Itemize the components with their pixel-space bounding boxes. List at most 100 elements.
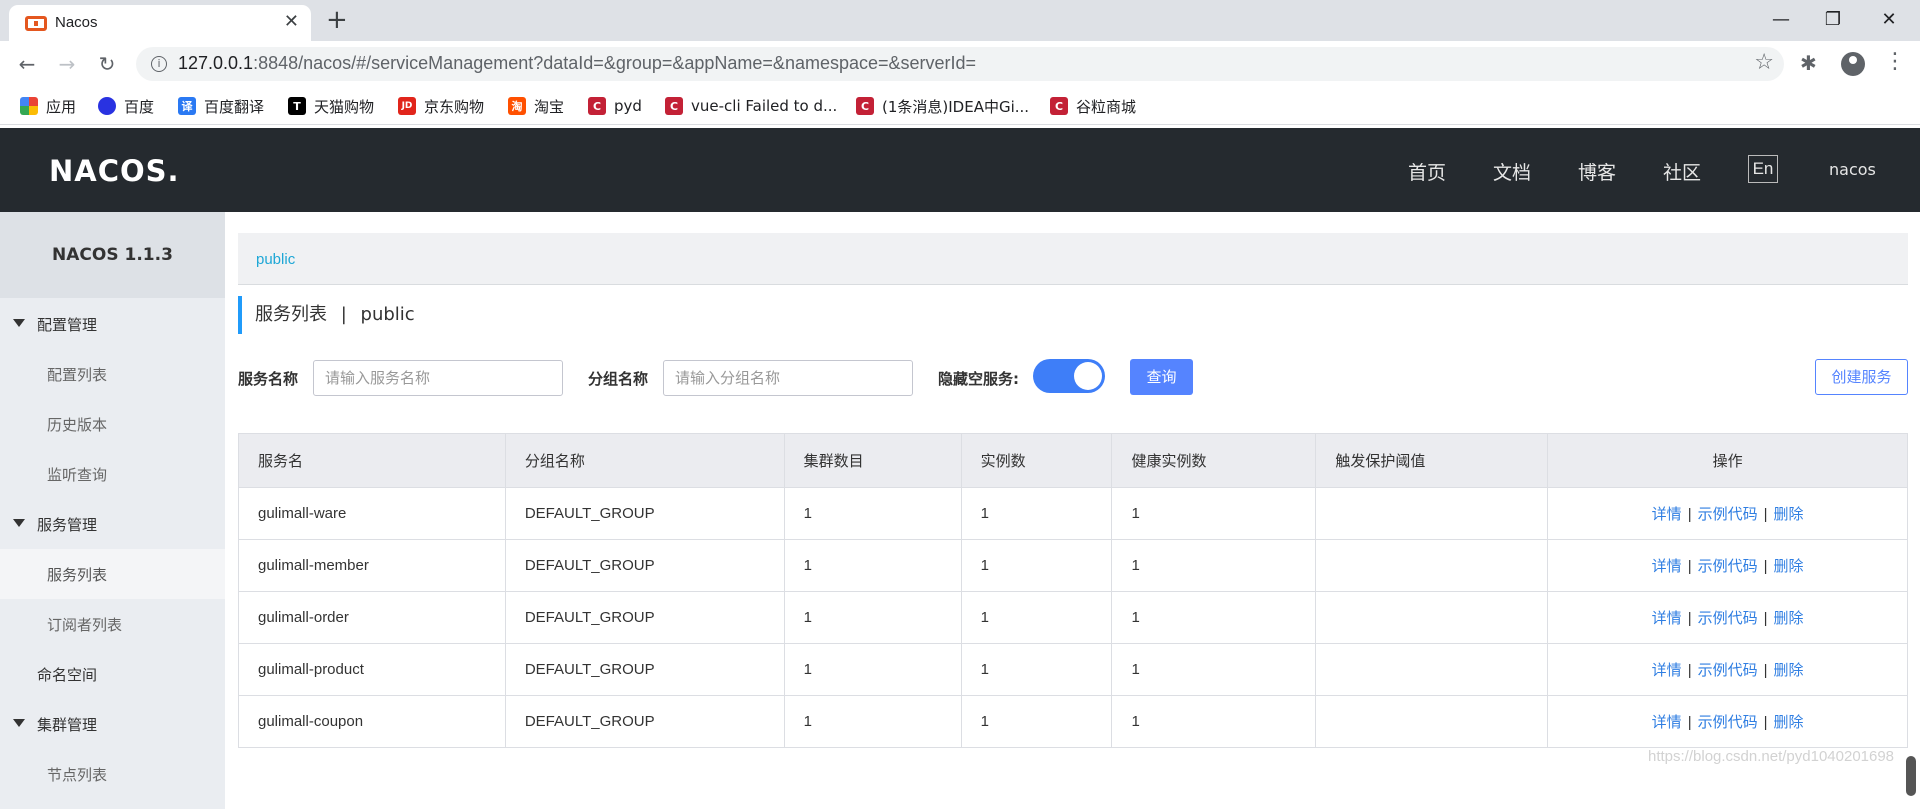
sidebar-item-nodes[interactable]: 节点列表 [0,749,225,799]
nav-community[interactable]: 社区 [1663,158,1701,185]
cell-instances: 1 [960,539,1113,592]
sidebar-item-config-list[interactable]: 配置列表 [0,349,225,399]
namespace-tab-public[interactable]: public [256,251,295,268]
col-instance-count: 实例数 [960,433,1113,488]
bookmark-baidu[interactable]: 百度 [98,95,154,117]
bookmark-star-icon[interactable]: ☆ [1754,50,1774,75]
sidebar-item-history[interactable]: 历史版本 [0,399,225,449]
forward-icon[interactable]: → [52,49,82,79]
table-row: gulimall-coupon DEFAULT_GROUP 1 1 1 详情 | 示… [238,695,1908,748]
cell-clusters: 1 [783,539,962,592]
sidebar-group-cluster[interactable]: 集群管理 [0,699,225,749]
detail-link[interactable]: 详情 [1652,610,1682,627]
version-label: NACOS 1.1.3 [0,212,225,298]
sidebar-item-listener[interactable]: 监听查询 [0,449,225,499]
col-service-name: 服务名 [238,433,506,488]
namespace-bar: public [238,233,1908,285]
bookmark-gulimall[interactable]: C 谷粒商城 [1050,95,1136,117]
sidebar-item-service-list[interactable]: 服务列表 [0,549,225,599]
browser-toolbar: ← → ↻ i 127.0.0.1:8848/nacos/#/serviceMa… [0,41,1920,87]
tab-close-icon[interactable]: ✕ [284,12,299,32]
csdn-icon: C [1050,97,1068,115]
sample-code-link[interactable]: 示例代码 [1698,714,1758,731]
detail-link[interactable]: 详情 [1652,714,1682,731]
bookmark-apps[interactable]: 应用 [20,95,76,117]
sample-code-link[interactable]: 示例代码 [1698,662,1758,679]
nacos-logo[interactable]: NACOS. [49,154,180,188]
bookmark-baidu-translate[interactable]: 译 百度翻译 [178,95,264,117]
cell-threshold [1315,539,1549,592]
page-scrollbar[interactable] [1906,756,1916,796]
group-name-input[interactable]: 请输入分组名称 [663,360,913,396]
delete-link[interactable]: 删除 [1774,610,1804,627]
col-actions: 操作 [1547,433,1908,488]
cell-group: DEFAULT_GROUP [504,487,785,540]
site-info-icon[interactable]: i [151,56,167,72]
browser-menu-icon[interactable]: ⋮ [1884,49,1906,74]
create-service-button[interactable]: 创建服务 [1815,359,1908,395]
table-row: gulimall-ware DEFAULT_GROUP 1 1 1 详情 | 示例代… [238,487,1908,540]
csdn-icon: C [856,97,874,115]
bookmark-tmall[interactable]: T 天猫购物 [288,95,374,117]
browser-tab[interactable]: Nacos ✕ [9,5,311,41]
sidebar-group-service[interactable]: 服务管理 [0,499,225,549]
bookmark-idea[interactable]: C (1条消息)IDEA中Gi... [856,95,1029,117]
detail-link[interactable]: 详情 [1652,662,1682,679]
jd-icon: JD [398,97,416,115]
bookmark-taobao[interactable]: 淘 淘宝 [508,95,564,117]
table-header-row: 服务名 分组名称 集群数目 实例数 健康实例数 触发保护阈值 操作 [238,433,1908,488]
watermark: https://blog.csdn.net/pyd1040201698 [1648,748,1895,765]
address-bar[interactable]: i 127.0.0.1:8848/nacos/#/serviceManageme… [136,47,1784,81]
cell-threshold [1315,591,1549,644]
back-icon[interactable]: ← [12,49,42,79]
url-text[interactable]: 127.0.0.1:8848/nacos/#/serviceManagement… [178,53,976,74]
caret-down-icon [13,519,25,527]
bookmark-jd[interactable]: JD 京东购物 [398,95,484,117]
window-close-icon[interactable]: ✕ [1866,6,1912,34]
sidebar-item-namespace[interactable]: 命名空间 [0,649,225,699]
detail-link[interactable]: 详情 [1652,558,1682,575]
profile-avatar-icon[interactable] [1841,52,1865,76]
nav-home[interactable]: 首页 [1408,158,1446,185]
table-row: gulimall-order DEFAULT_GROUP 1 1 1 详情 | 示例… [238,591,1908,644]
sample-code-link[interactable]: 示例代码 [1698,558,1758,575]
user-menu[interactable]: nacos [1829,160,1876,179]
delete-link[interactable]: 删除 [1774,714,1804,731]
cell-group: DEFAULT_GROUP [504,591,785,644]
hide-empty-toggle[interactable] [1033,359,1105,393]
bookmark-pyd[interactable]: C pyd [588,95,642,117]
delete-link[interactable]: 删除 [1774,662,1804,679]
detail-link[interactable]: 详情 [1652,506,1682,523]
caret-down-icon [13,719,25,727]
reload-icon[interactable]: ↻ [92,49,122,79]
restore-icon[interactable]: ❐ [1810,6,1856,34]
cell-clusters: 1 [783,487,962,540]
cell-threshold [1315,643,1549,696]
sidebar-item-subscribers[interactable]: 订阅者列表 [0,599,225,649]
sample-code-link[interactable]: 示例代码 [1698,506,1758,523]
bookmark-vue-cli[interactable]: C vue-cli Failed to d... [665,95,837,117]
caret-down-icon [13,319,25,327]
new-tab-icon[interactable]: + [326,6,348,34]
minimize-icon[interactable]: — [1758,6,1804,34]
taobao-icon: 淘 [508,97,526,115]
extensions-puzzle-icon[interactable]: ✱ [1800,51,1817,75]
sample-code-link[interactable]: 示例代码 [1698,610,1758,627]
col-threshold: 触发保护阈值 [1315,433,1549,488]
nav-blog[interactable]: 博客 [1578,158,1616,185]
cell-healthy: 1 [1111,487,1317,540]
cell-service-name: gulimall-coupon [238,695,506,748]
cell-actions: 详情 | 示例代码 | 删除 [1547,539,1908,592]
apps-grid-icon [20,97,38,115]
query-button[interactable]: 查询 [1130,359,1193,395]
cell-group: DEFAULT_GROUP [504,695,785,748]
cell-service-name: gulimall-order [238,591,506,644]
nav-docs[interactable]: 文档 [1493,158,1531,185]
app-header: NACOS. 首页 文档 博客 社区 En nacos [0,128,1920,212]
service-name-input[interactable]: 请输入服务名称 [313,360,563,396]
delete-link[interactable]: 删除 [1774,506,1804,523]
cell-instances: 1 [960,643,1113,696]
delete-link[interactable]: 删除 [1774,558,1804,575]
sidebar-group-config[interactable]: 配置管理 [0,299,225,349]
language-switch[interactable]: En [1748,155,1778,183]
